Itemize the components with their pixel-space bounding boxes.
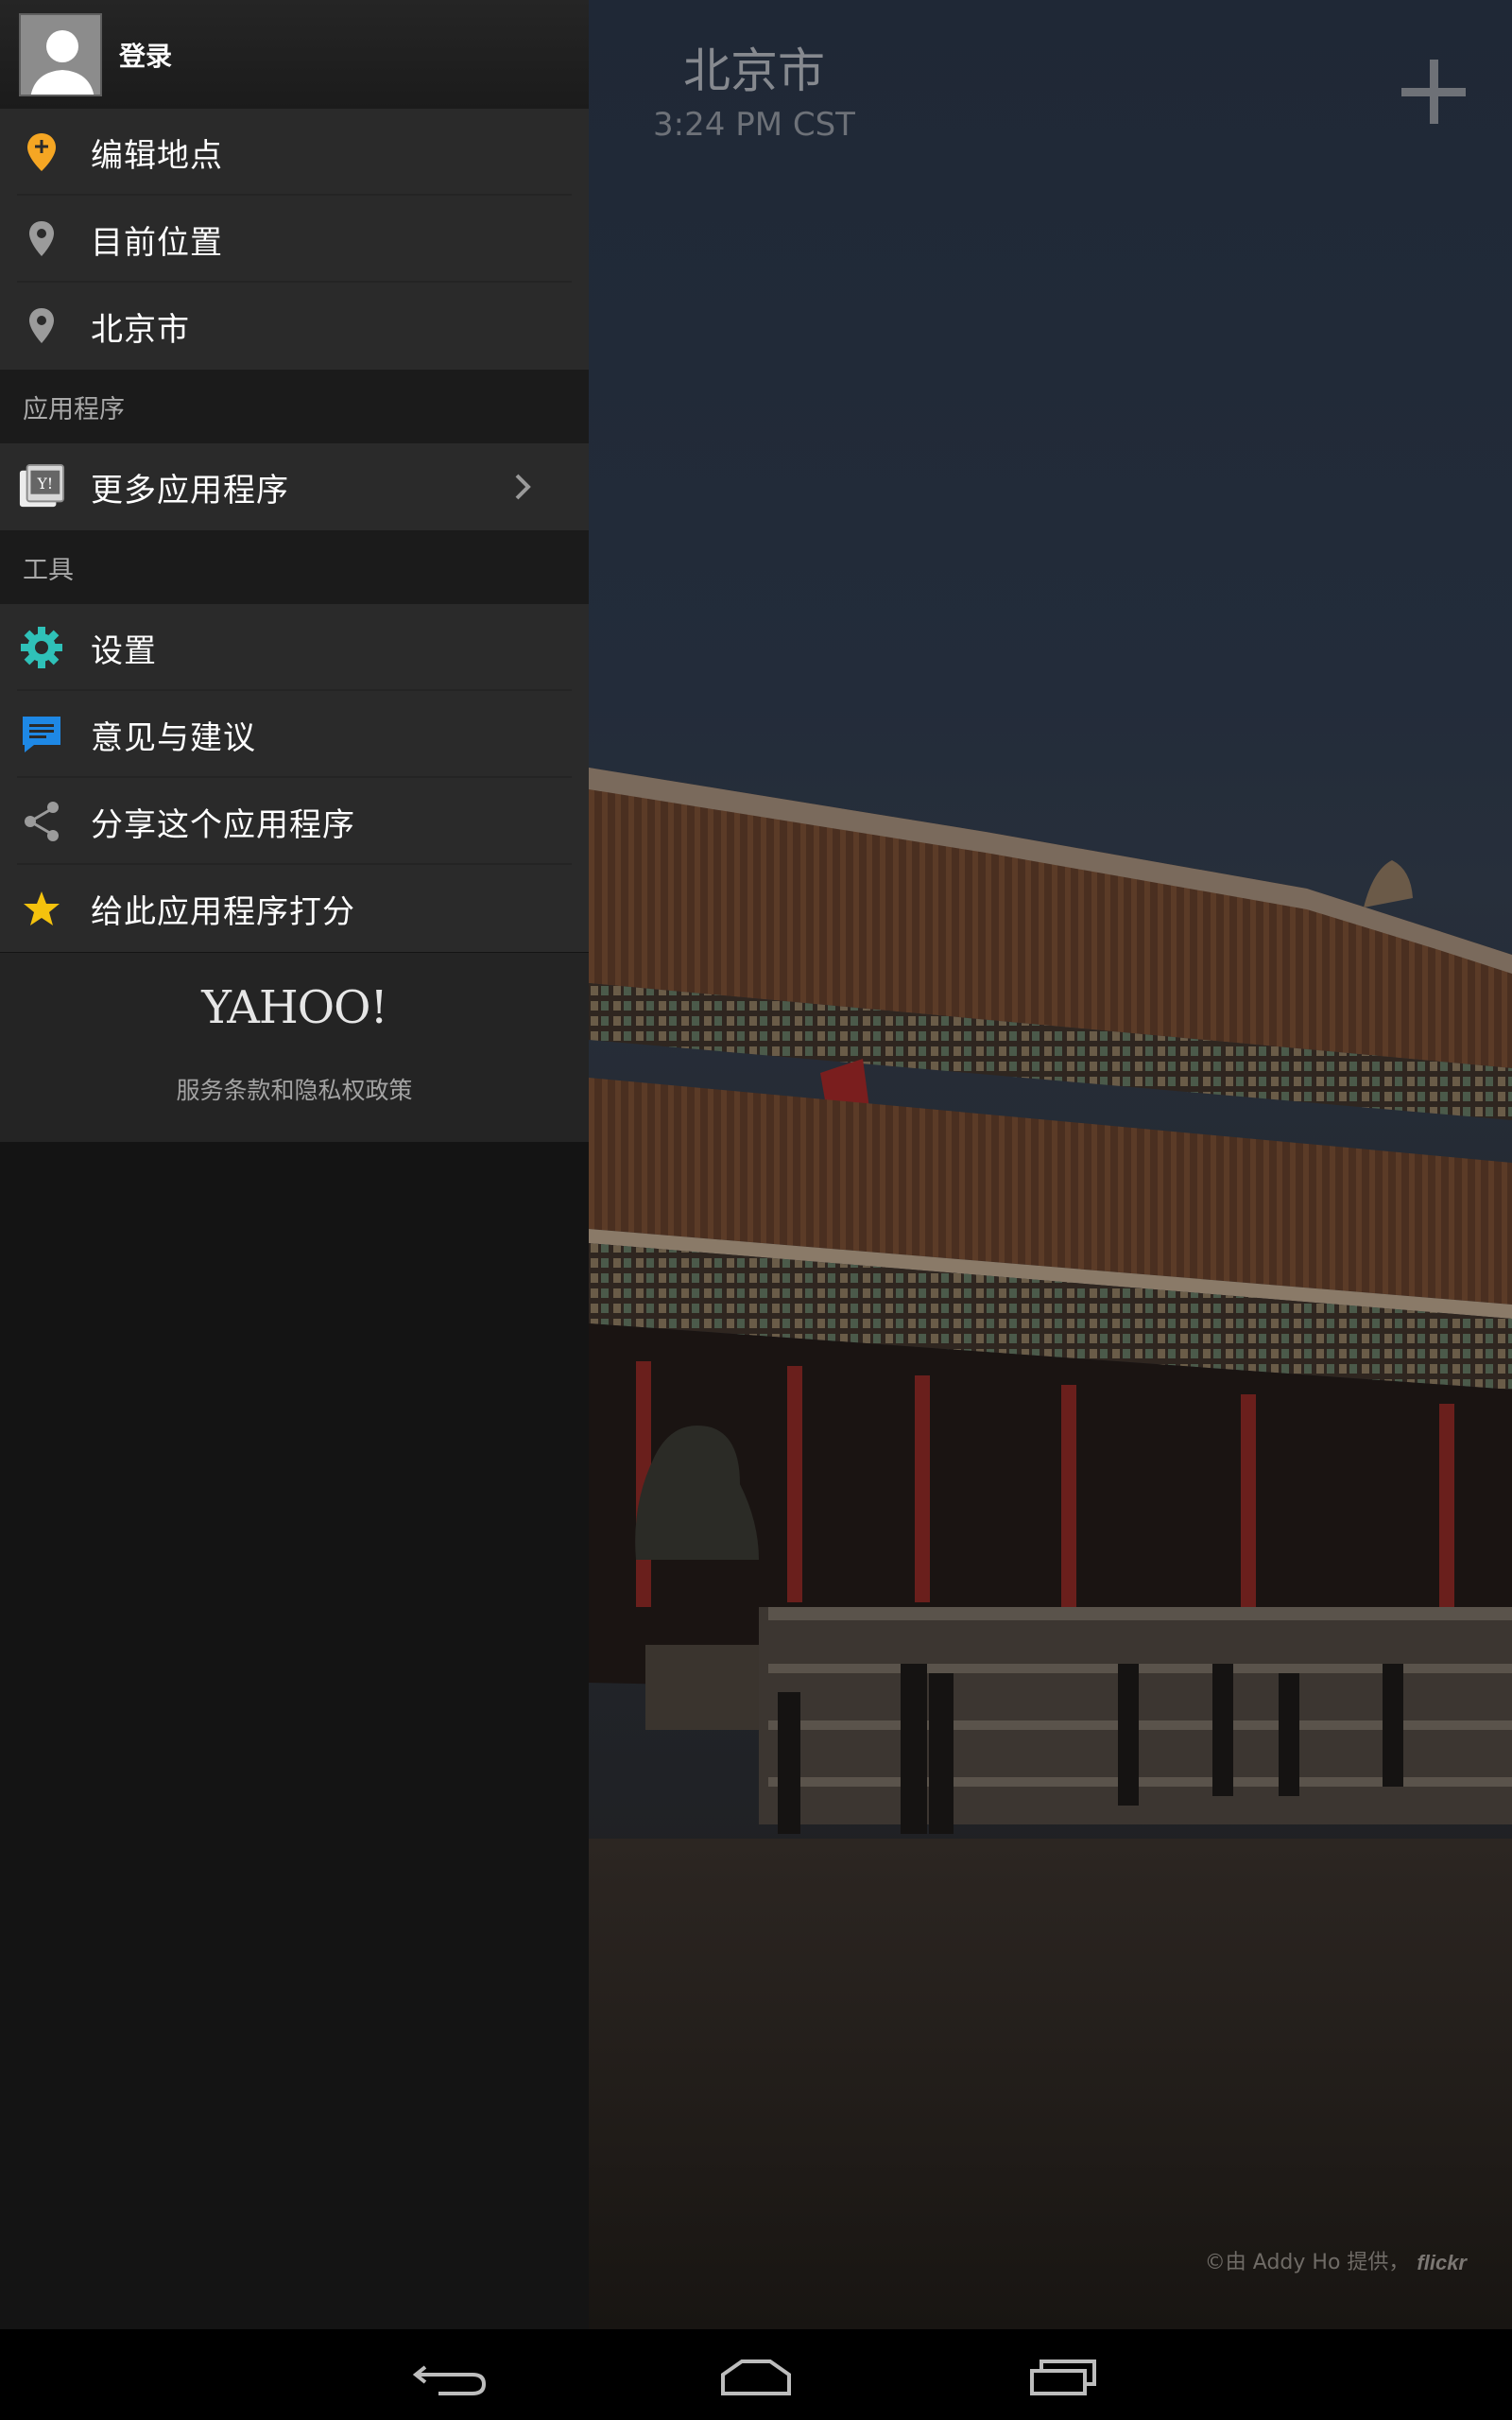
drawer-item-label: 编辑地点 [91, 136, 223, 175]
location-pin-icon [18, 302, 65, 350]
local-time: 3:24 PM CST [653, 106, 855, 144]
yahoo-apps-icon: Y! [18, 463, 65, 510]
drawer-item-label: 北京市 [91, 310, 190, 349]
login-label: 登录 [119, 40, 173, 72]
photo-credit[interactable]: ©由 Addy Ho 提供， flickr [1205, 2248, 1467, 2278]
flickr-logo: flickr [1417, 2251, 1467, 2274]
edit-pin-icon [18, 129, 65, 176]
city-name: 北京市 [683, 43, 825, 98]
drawer-item-edit-locations[interactable]: 编辑地点 [0, 109, 589, 196]
weather-main: 北京市 3:24 PM CST ©由 Addy Ho 提供， flickr [589, 0, 1512, 2329]
drawer-item-share[interactable]: 分享这个应用程序 [0, 778, 589, 865]
drawer-item-feedback[interactable]: 意见与建议 [0, 691, 589, 778]
background-photo [589, 768, 1512, 2329]
drawer-footer: YAHOO! 服务条款和隐私权政策 [0, 953, 589, 1142]
home-icon [721, 2360, 791, 2395]
drawer-item-label: 设置 [91, 631, 157, 670]
system-navigation-bar [0, 2329, 1512, 2420]
recent-apps-icon [1030, 2360, 1096, 2395]
drawer-item-label: 分享这个应用程序 [91, 805, 355, 844]
drawer-item-beijing[interactable]: 北京市 [0, 283, 589, 370]
yahoo-logo: YAHOO! [201, 981, 387, 1034]
chevron-right-icon [515, 474, 531, 500]
avatar [19, 12, 102, 96]
login-row[interactable]: 登录 [0, 0, 589, 109]
add-location-button[interactable] [1373, 38, 1477, 142]
drawer-item-settings[interactable]: 设置 [0, 604, 589, 691]
navigation-drawer: 登录 编辑地点 目前位置 北京市 应用程序 Y! 更多应用程序 工具 设置 意见… [0, 0, 589, 2329]
drawer-item-rate-app[interactable]: 给此应用程序打分 [0, 865, 589, 952]
photo-credit-text: ©由 Addy Ho 提供， [1204, 2251, 1410, 2274]
share-icon [18, 798, 65, 845]
star-icon [18, 885, 65, 932]
terms-privacy-link[interactable]: 服务条款和隐私权政策 [0, 1072, 589, 1106]
drawer-item-label: 意见与建议 [91, 718, 256, 757]
svg-text:Y!: Y! [37, 475, 53, 493]
drawer-item-more-apps[interactable]: Y! 更多应用程序 [0, 443, 589, 530]
section-header-apps: 应用程序 [0, 370, 589, 443]
back-button[interactable] [397, 2342, 501, 2407]
feedback-icon [18, 711, 65, 758]
location-pin-icon [18, 216, 65, 263]
section-header-tools: 工具 [0, 530, 589, 604]
recent-apps-button[interactable] [1011, 2342, 1115, 2407]
drawer-item-current-location[interactable]: 目前位置 [0, 196, 589, 283]
city-header: 北京市 3:24 PM CST [589, 40, 919, 146]
back-icon [412, 2365, 487, 2395]
home-button[interactable] [704, 2342, 808, 2407]
gear-icon [18, 624, 65, 671]
drawer-item-label: 目前位置 [91, 223, 223, 262]
drawer-item-label: 给此应用程序打分 [91, 892, 355, 931]
drawer-item-label: 更多应用程序 [91, 471, 289, 510]
